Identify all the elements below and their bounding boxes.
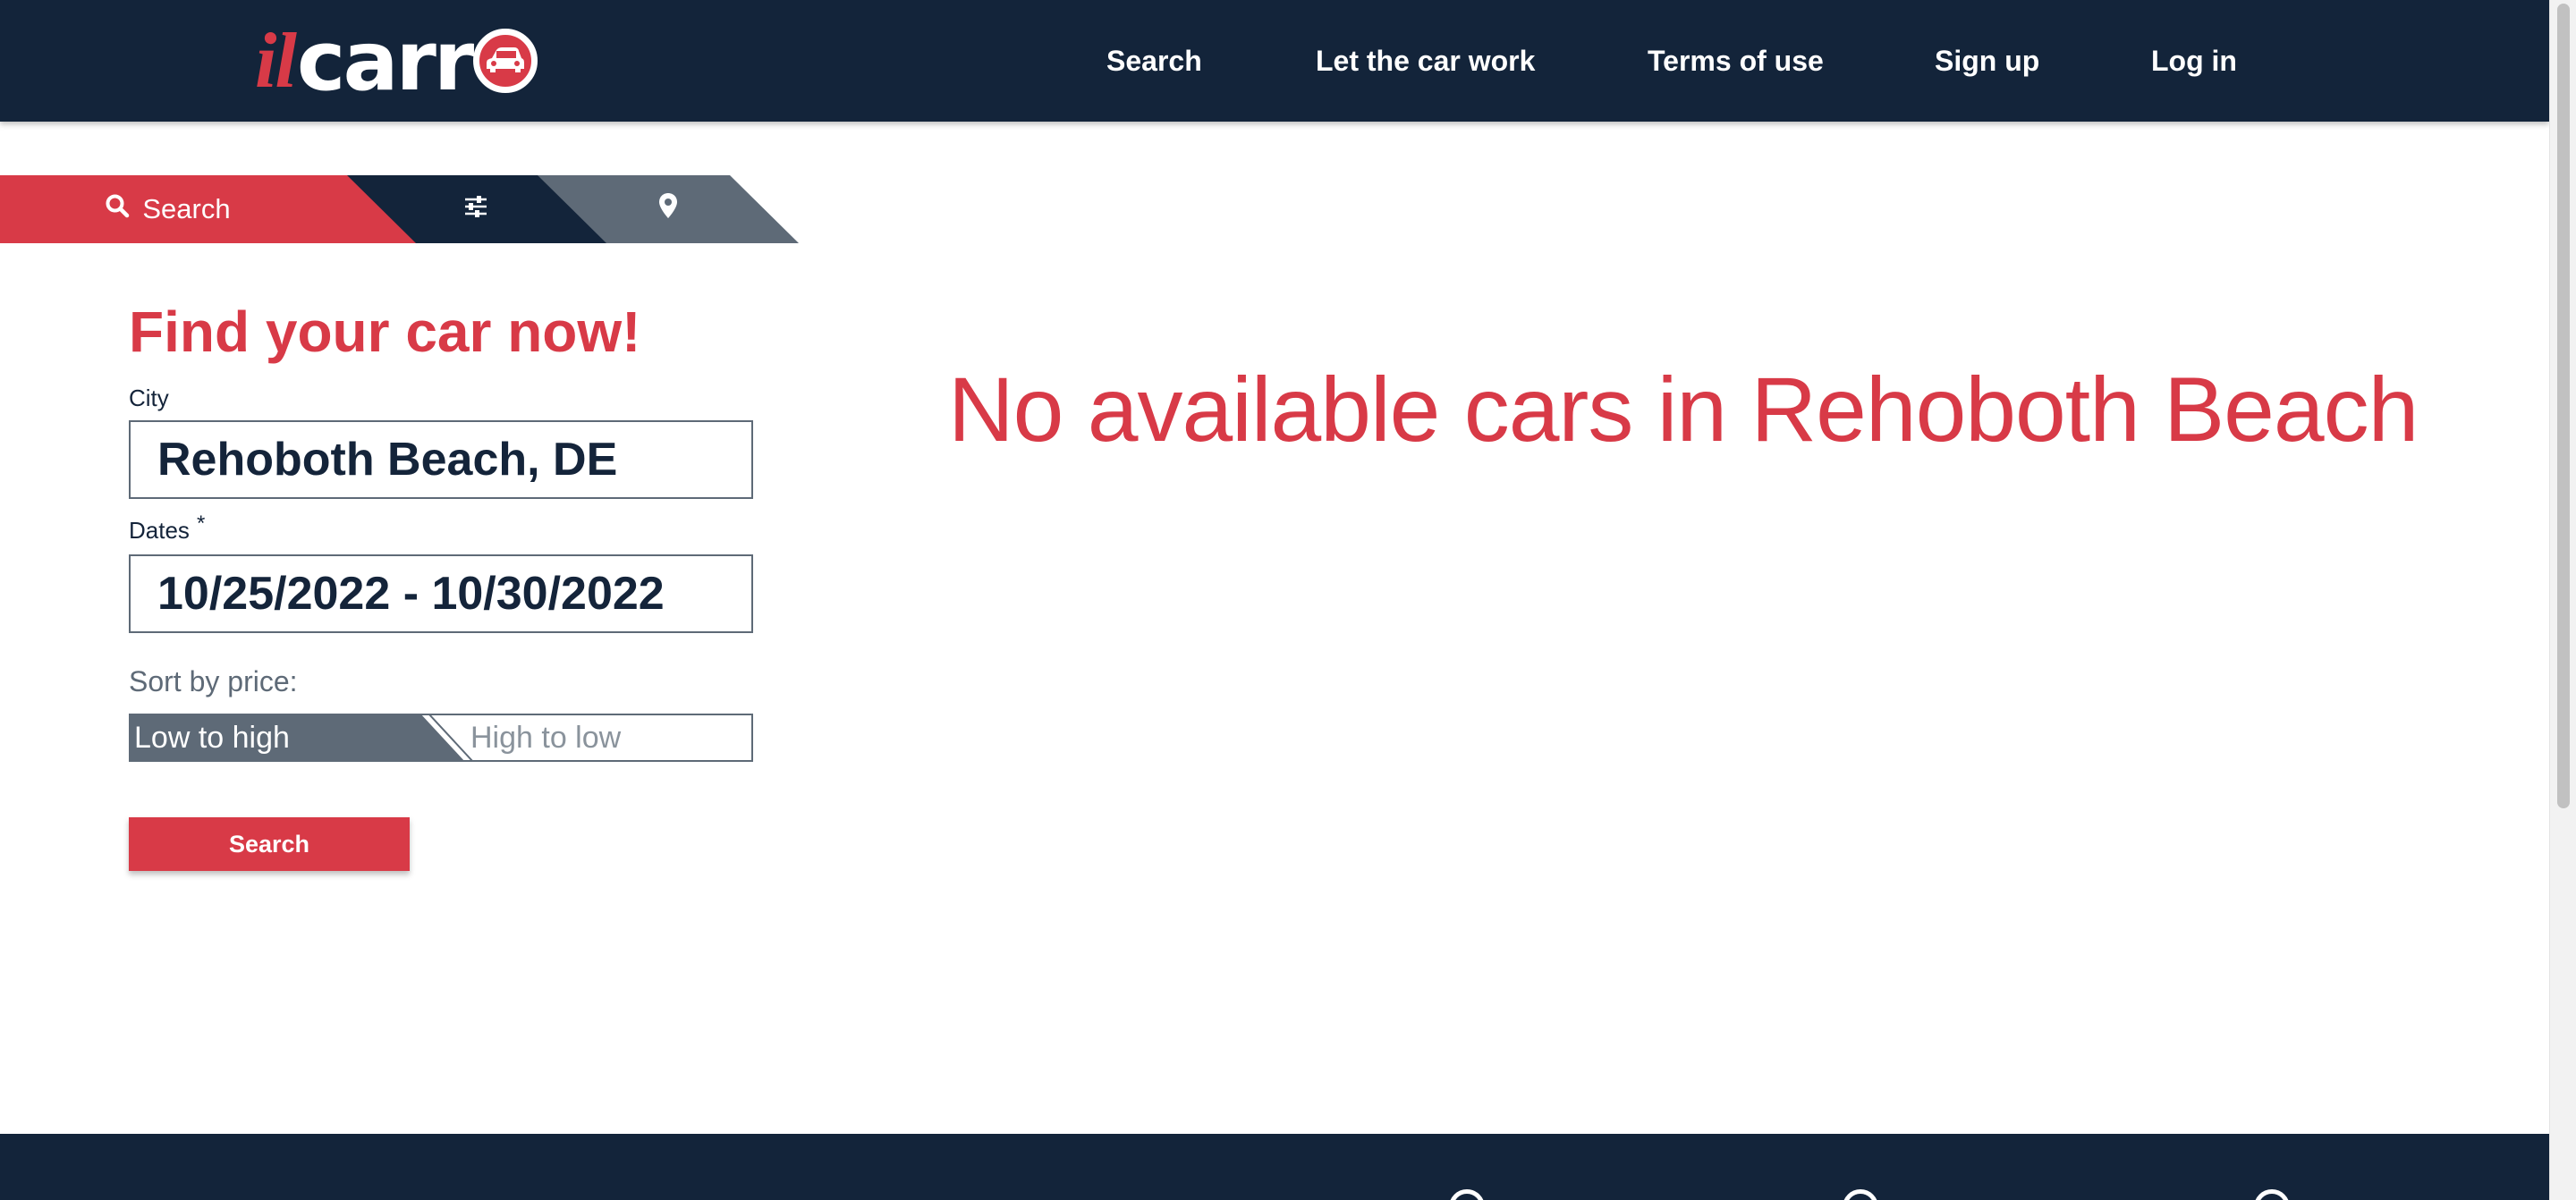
ilcarro-logo[interactable]: il carr (255, 13, 538, 109)
nav-let-the-car-work[interactable]: Let the car work (1316, 0, 1535, 122)
footer-social-icon[interactable] (1843, 1189, 1878, 1200)
city-field-box (129, 420, 753, 499)
scrollbar-thumb[interactable] (2557, 4, 2570, 808)
sort-low-label: Low to high (134, 720, 290, 755)
logo-prefix: il (255, 17, 297, 105)
sort-low-to-high[interactable]: Low to high (129, 714, 465, 762)
dates-input[interactable] (131, 556, 751, 631)
search-button[interactable]: Search (129, 817, 410, 871)
search-icon (105, 193, 130, 225)
nav-terms-of-use[interactable]: Terms of use (1648, 0, 1824, 122)
sort-high-to-low[interactable]: High to low (470, 714, 621, 762)
footer-social-icon[interactable] (2254, 1189, 2290, 1200)
sort-high-label: High to low (470, 720, 622, 755)
nav-sign-up[interactable]: Sign up (1935, 0, 2039, 122)
sort-toggle: Low to high High to low (129, 714, 753, 762)
footer-social-icon[interactable] (1449, 1189, 1485, 1200)
tab-search[interactable]: Search (0, 175, 416, 243)
footer (0, 1134, 2549, 1200)
dates-field-box (129, 554, 753, 633)
nav-search[interactable]: Search (1106, 0, 1202, 122)
city-label: City (129, 385, 169, 411)
page-scrollbar[interactable] (2549, 0, 2576, 1200)
sort-label: Sort by price: (129, 665, 298, 697)
dates-label: Dates (129, 517, 190, 544)
search-mode-tabs: Search (0, 175, 805, 243)
sliders-icon (463, 193, 488, 225)
no-results-message: No available cars in Rehoboth Beach (948, 359, 2419, 461)
map-pin-icon (658, 192, 678, 226)
top-navbar: il carr Search Let the car work Terms of… (0, 0, 2549, 122)
nav-log-in[interactable]: Log in (2151, 0, 2237, 122)
required-asterisk: * (197, 511, 206, 536)
city-input[interactable] (131, 422, 751, 497)
logo-main: carr (296, 13, 474, 109)
tab-search-label: Search (142, 193, 231, 224)
car-badge-icon (473, 29, 538, 93)
form-title: Find your car now! (129, 300, 641, 364)
